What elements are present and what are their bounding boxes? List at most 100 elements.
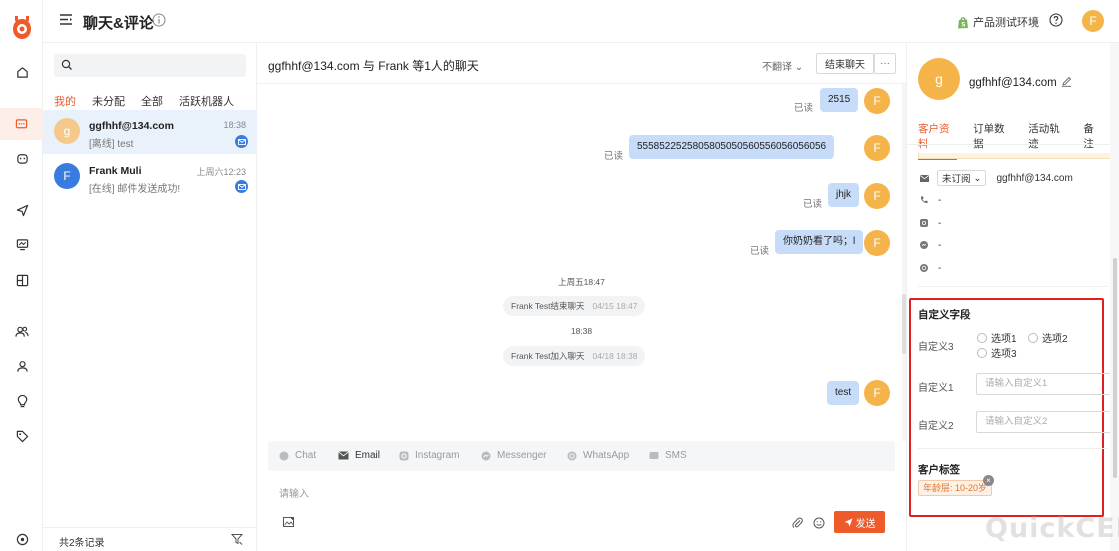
channel-chat[interactable]: Chat	[279, 450, 316, 461]
conversation-preview: [离线] test	[89, 139, 134, 150]
radio-option-1[interactable]: 选项1	[977, 330, 1017, 345]
read-status: 已读	[803, 199, 823, 210]
bot-icon[interactable]	[12, 148, 32, 168]
channel-label: Messenger	[497, 450, 547, 461]
conversation-time: 上周六12:23	[196, 167, 246, 177]
user-avatar[interactable]: F	[1082, 10, 1104, 32]
send-icon[interactable]	[12, 200, 32, 220]
channel-instagram[interactable]: Instagram	[399, 450, 459, 461]
chat-panel: ggfhhf@134.com 与 Frank 等1人的聊天 不翻译 ⌄ 结束聊天…	[257, 43, 906, 551]
conversation-list-panel: 我的 未分配 全部 活跃机器人 g ggfhhf@134.com [离线] te…	[43, 43, 257, 551]
custom2-label: 自定义2	[918, 421, 954, 432]
radio-option-2[interactable]: 选项2	[1028, 330, 1068, 345]
settings-icon[interactable]	[12, 529, 32, 549]
time-divider: 上周五18:47	[558, 277, 605, 287]
monitor-icon[interactable]	[12, 234, 32, 254]
message-input[interactable]: 请输入 发送	[268, 471, 895, 549]
avatar: F	[864, 135, 890, 161]
end-chat-button[interactable]: 结束聊天	[816, 53, 874, 74]
info-icon[interactable]	[152, 13, 166, 27]
translate-label: 不翻译	[762, 62, 792, 73]
mail-icon	[338, 451, 349, 460]
chat-icon[interactable]	[0, 108, 43, 140]
channel-label: Chat	[295, 450, 317, 461]
home-icon[interactable]	[12, 62, 32, 82]
radio-option-3[interactable]: 选项3	[977, 345, 1017, 360]
conversation-item[interactable]: g ggfhhf@134.com [离线] test 18:38	[43, 110, 257, 154]
input-placeholder: 请输入	[279, 489, 309, 500]
app-logo-icon[interactable]	[10, 16, 34, 42]
attachment-icon[interactable]	[792, 517, 803, 529]
bulb-icon[interactable]	[12, 391, 32, 411]
user-icon[interactable]	[12, 356, 32, 376]
system-message-time: 04/18 18:38	[592, 351, 638, 361]
message-bubble: 你奶奶看了吗；l	[775, 230, 864, 254]
emoji-icon[interactable]	[813, 517, 825, 529]
message-area[interactable]: 2515 已读 F 555852252580580505056055605605…	[257, 84, 906, 441]
image-upload-icon[interactable]	[283, 517, 295, 528]
send-icon	[844, 518, 852, 526]
custom3-label: 自定义3	[918, 342, 954, 353]
edit-icon[interactable]	[1061, 76, 1072, 87]
team-icon[interactable]	[12, 321, 32, 341]
channel-label: Email	[355, 450, 381, 461]
env-selector[interactable]: S 产品测试环境	[957, 14, 1039, 30]
instagram-value: -	[938, 217, 942, 229]
avatar: g	[918, 58, 960, 100]
menu-icon[interactable]	[59, 13, 73, 26]
send-button[interactable]: 发送	[834, 511, 885, 533]
channel-email[interactable]: Email	[338, 450, 380, 461]
messenger-icon	[481, 451, 491, 460]
chat-header: ggfhhf@134.com 与 Frank 等1人的聊天 不翻译 ⌄ 结束聊天…	[257, 43, 906, 84]
svg-text:S: S	[961, 21, 965, 28]
profile-scrollbar[interactable]	[1110, 43, 1119, 551]
scroll-thumb[interactable]	[1113, 258, 1117, 478]
env-label: 产品测试环境	[973, 17, 1039, 29]
channel-label: WhatsApp	[583, 450, 630, 461]
divider	[907, 144, 1119, 145]
search-input[interactable]	[54, 54, 246, 77]
phone-value: -	[938, 194, 942, 206]
close-icon[interactable]: ×	[983, 475, 994, 486]
whatsapp-icon	[920, 264, 928, 272]
channel-sms[interactable]: SMS	[649, 450, 687, 461]
system-message-time: 04/15 18:47	[592, 301, 638, 311]
list-footer: 共2条记录	[43, 527, 257, 551]
customer-tag: 年龄层: 10-20岁	[918, 480, 993, 496]
send-label: 发送	[855, 518, 876, 530]
messenger-icon	[920, 241, 928, 249]
help-icon[interactable]	[1049, 13, 1063, 27]
message-bubble: jhjk	[828, 183, 860, 207]
avatar: F	[864, 88, 890, 114]
phone-row: -	[920, 192, 941, 208]
tag-icon[interactable]	[12, 426, 32, 446]
customer-tags-title: 客户标签	[918, 464, 960, 476]
watermark: QuickCEP	[985, 513, 1119, 544]
more-button[interactable]: ···	[874, 53, 896, 74]
widget-icon[interactable]	[12, 270, 32, 290]
top-header: 聊天&评论 S 产品测试环境 F	[43, 0, 1119, 43]
conversation-item[interactable]: F Frank Muli [在线] 邮件发送成功! 上周六12:23	[43, 155, 257, 199]
radio-circle	[977, 347, 987, 358]
customer-name-text: ggfhhf@134.com	[969, 77, 1057, 89]
message-composer: Chat Email Instagram Messenger WhatsApp	[268, 441, 895, 549]
chat-title: ggfhhf@134.com 与 Frank 等1人的聊天	[268, 59, 479, 73]
avatar: F	[864, 230, 890, 256]
custom-fields-title: 自定义字段	[918, 309, 971, 321]
read-status: 已读	[750, 246, 770, 257]
radio-label: 选项2	[1042, 334, 1068, 345]
chat-bubble-icon	[279, 451, 289, 460]
conversation-time: 18:38	[223, 120, 246, 130]
phone-icon	[920, 196, 928, 204]
custom2-input[interactable]: 请输入自定义2	[976, 411, 1116, 433]
channel-messenger[interactable]: Messenger	[481, 450, 546, 461]
conversation-preview: [在线] 邮件发送成功!	[89, 184, 181, 195]
message-bubble: 2515	[820, 88, 859, 112]
radio-circle	[977, 332, 987, 343]
instagram-icon	[920, 219, 928, 227]
filter-icon[interactable]	[231, 533, 243, 545]
subscription-dropdown[interactable]: 未订阅 ⌄	[937, 170, 987, 186]
translate-dropdown[interactable]: 不翻译 ⌄	[762, 58, 803, 73]
channel-whatsapp[interactable]: WhatsApp	[567, 450, 629, 461]
custom1-input[interactable]: 请输入自定义1	[976, 373, 1116, 395]
